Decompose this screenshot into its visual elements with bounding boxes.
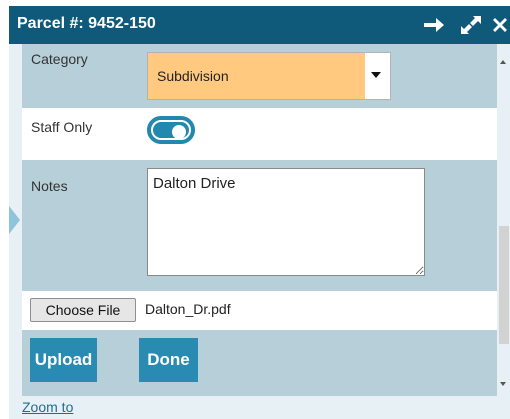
upload-button[interactable]: Upload	[30, 338, 97, 382]
actions-row: Upload Done	[22, 330, 497, 396]
file-name: Dalton_Dr.pdf	[145, 301, 231, 317]
popup-title: Parcel #: 9452-150	[17, 15, 156, 32]
scroll-thumb[interactable]	[499, 226, 509, 344]
staff-only-row: Staff Only	[22, 108, 497, 160]
chevron-down-icon	[371, 72, 381, 78]
category-select-value: Subdivision	[148, 53, 365, 99]
popup-footer: Zoom to	[9, 396, 510, 419]
popup-content: Category Subdivision Staff Only Notes Ch…	[22, 44, 497, 396]
notes-textarea[interactable]	[147, 168, 425, 276]
scroll-up-icon[interactable]	[500, 60, 506, 64]
category-row: Category Subdivision	[22, 44, 497, 108]
popup-pointer	[9, 206, 20, 234]
staff-only-label: Staff Only	[31, 119, 93, 135]
notes-row: Notes	[22, 160, 497, 291]
scroll-down-icon[interactable]	[500, 382, 506, 386]
arrow-right-icon[interactable]	[423, 15, 445, 35]
popup-header: Parcel #: 9452-150	[9, 6, 510, 44]
expand-icon[interactable]	[460, 15, 482, 35]
notes-label: Notes	[31, 178, 68, 194]
content-scrollbar[interactable]	[498, 44, 510, 396]
close-icon[interactable]	[490, 15, 510, 35]
category-select[interactable]: Subdivision	[147, 52, 391, 100]
done-button[interactable]: Done	[139, 338, 198, 382]
category-label: Category	[31, 51, 88, 67]
parcel-popup: Parcel #: 9452-150 Category Subdivision	[9, 6, 510, 419]
zoom-to-link[interactable]: Zoom to	[22, 399, 73, 415]
file-row: Choose File Dalton_Dr.pdf	[22, 291, 497, 330]
choose-file-button[interactable]: Choose File	[30, 298, 136, 322]
toggle-knob	[172, 125, 186, 139]
staff-only-toggle[interactable]	[147, 116, 195, 144]
